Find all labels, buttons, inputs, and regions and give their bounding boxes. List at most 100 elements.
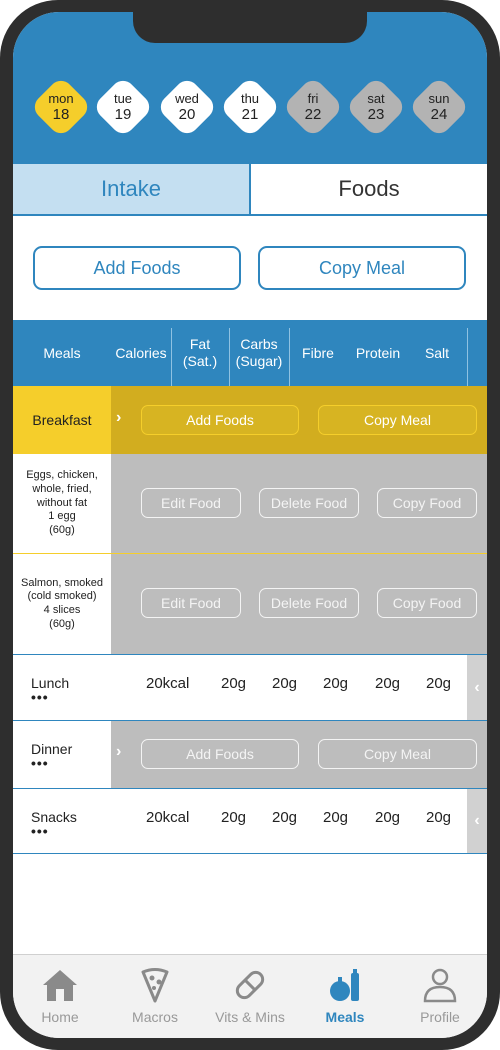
col-divider [467, 328, 468, 386]
nav-profile[interactable]: Profile [395, 955, 485, 1038]
nav-macros[interactable]: Macros [110, 955, 200, 1038]
delete-food-button[interactable]: Delete Food [259, 588, 359, 618]
lunch-protein: 20g [375, 675, 401, 692]
meal-row-lunch[interactable]: Lunch ••• 20kcal 20g 20g 20g 20g 20g ‹ [13, 654, 487, 720]
day-wed[interactable]: wed 20 [159, 79, 215, 135]
col-salt: Salt [424, 344, 450, 361]
snacks-carbs: 20g [272, 809, 298, 826]
device-notch [133, 12, 367, 43]
nav-meals[interactable]: Meals [300, 955, 390, 1038]
snacks-protein: 20g [375, 809, 401, 826]
day-name: tue [113, 91, 133, 106]
food-item-label: Eggs, chicken, whole, fried, without fat… [13, 454, 111, 553]
day-number: 22 [304, 106, 322, 123]
day-sun[interactable]: sun 24 [411, 79, 467, 135]
day-number: 24 [430, 106, 448, 123]
breakfast-add-foods-button[interactable]: Add Foods [141, 405, 299, 435]
day-name: thu [240, 91, 260, 106]
bottom-navigation: Home Macros Vits & Mins Meals Profile [13, 954, 487, 1038]
snacks-fat: 20g [221, 809, 247, 826]
day-number: 19 [114, 106, 132, 123]
nutrient-column-header: Meals Calories Fat (Sat.) Carbs (Sugar) Fi… [13, 320, 487, 386]
day-mon[interactable]: mon 18 [33, 79, 89, 135]
add-foods-button[interactable]: Add Foods [33, 246, 241, 290]
nav-vits-mins[interactable]: Vits & Mins [205, 955, 295, 1038]
day-number: 21 [241, 106, 259, 123]
view-tabs: Intake Foods [13, 164, 487, 216]
nav-label: Macros [132, 1009, 178, 1025]
nav-label: Profile [420, 1009, 460, 1025]
food-line: 4 slices [43, 604, 81, 616]
chevron-left-icon[interactable]: ‹ [467, 655, 487, 720]
edit-food-button[interactable]: Edit Food [141, 588, 241, 618]
col-fibre: Fibre [302, 344, 334, 361]
nav-home[interactable]: Home [15, 955, 105, 1038]
day-thu[interactable]: thu 21 [222, 79, 278, 135]
food-line: Salmon, smoked [21, 576, 103, 589]
snacks-calories: 20kcal [146, 809, 190, 826]
snacks-salt: 20g [426, 809, 452, 826]
lunch-fat: 20g [221, 675, 247, 692]
meal-row-dinner[interactable]: Dinner ••• › Add Foods Copy Meal [13, 720, 487, 788]
col-meals: Meals [43, 344, 81, 361]
col-fat-label: Fat [189, 336, 211, 353]
food-line: (cold smoked) [27, 590, 97, 603]
chevron-right-icon[interactable]: › [116, 409, 121, 427]
nav-label: Vits & Mins [215, 1009, 285, 1025]
lunch-salt: 20g [426, 675, 452, 692]
chevron-left-icon[interactable]: ‹ [467, 789, 487, 853]
more-options-icon[interactable]: ••• [31, 689, 49, 705]
day-fri[interactable]: fri 22 [285, 79, 341, 135]
breakfast-copy-meal-button[interactable]: Copy Meal [318, 405, 477, 435]
edit-food-button[interactable]: Edit Food [141, 488, 241, 518]
lunch-carbs: 20g [272, 675, 298, 692]
col-fat-sub: (Sat.) [182, 353, 218, 369]
day-name: fri [307, 91, 319, 106]
food-item: Salmon, smoked (cold smoked) 4 slices (6… [13, 554, 487, 654]
day-number: 18 [52, 106, 70, 123]
copy-meal-button[interactable]: Copy Meal [258, 246, 466, 290]
chevron-right-icon[interactable]: › [116, 743, 121, 761]
col-protein: Protein [355, 344, 401, 361]
more-options-icon[interactable]: ••• [31, 755, 49, 771]
profile-icon [423, 968, 457, 1003]
day-name: sat [367, 91, 385, 106]
meal-row-breakfast[interactable]: Breakfast › Add Foods Copy Meal [13, 386, 487, 454]
col-fat: Fat (Sat.) [171, 320, 229, 386]
col-carbs-label: Carbs [240, 336, 278, 353]
copy-food-button[interactable]: Copy Food [377, 488, 477, 518]
dinner-copy-meal-button[interactable]: Copy Meal [318, 739, 477, 769]
food-line: without fat [36, 496, 88, 509]
lunch-calories: 20kcal [146, 675, 190, 692]
dinner-add-foods-button[interactable]: Add Foods [141, 739, 299, 769]
meals-icon [330, 969, 359, 1001]
day-name: mon [48, 91, 74, 106]
home-icon [43, 970, 77, 1001]
day-tue[interactable]: tue 19 [95, 79, 151, 135]
meal-row-snacks[interactable]: Snacks ••• 20kcal 20g 20g 20g 20g 20g ‹ [13, 788, 487, 854]
food-line: (60g) [49, 617, 75, 630]
app-screen: mon 18 tue 19 wed 20 thu 21 fri 22 sat 23 sun 2… [13, 12, 487, 1038]
lunch-fibre: 20g [323, 675, 349, 692]
tab-foods[interactable]: Foods [249, 164, 487, 214]
tab-intake[interactable]: Intake [13, 164, 249, 214]
day-number: 23 [367, 106, 385, 123]
delete-food-button[interactable]: Delete Food [259, 488, 359, 518]
copy-food-button[interactable]: Copy Food [377, 588, 477, 618]
col-carbs-sub: (Sugar) [235, 353, 283, 369]
food-item: Eggs, chicken, whole, fried, without fat… [13, 454, 487, 554]
day-sat[interactable]: sat 23 [348, 79, 404, 135]
food-line: 1 egg [48, 510, 76, 523]
food-line: Eggs, chicken, [26, 469, 98, 482]
more-options-icon[interactable]: ••• [31, 823, 49, 839]
food-line: whole, fried, [32, 482, 92, 495]
food-line: (60g) [49, 524, 75, 537]
col-carbs: Carbs (Sugar) [229, 320, 289, 386]
day-number: 20 [178, 106, 196, 123]
nav-label: Home [41, 1009, 79, 1025]
day-name: sun [428, 91, 450, 106]
pizza-slice-icon [141, 968, 169, 1003]
nav-label: Meals [325, 1009, 365, 1025]
pill-icon [235, 970, 265, 1000]
phone-frame: mon 18 tue 19 wed 20 thu 21 fri 22 sat 23 sun 2… [0, 0, 500, 1050]
